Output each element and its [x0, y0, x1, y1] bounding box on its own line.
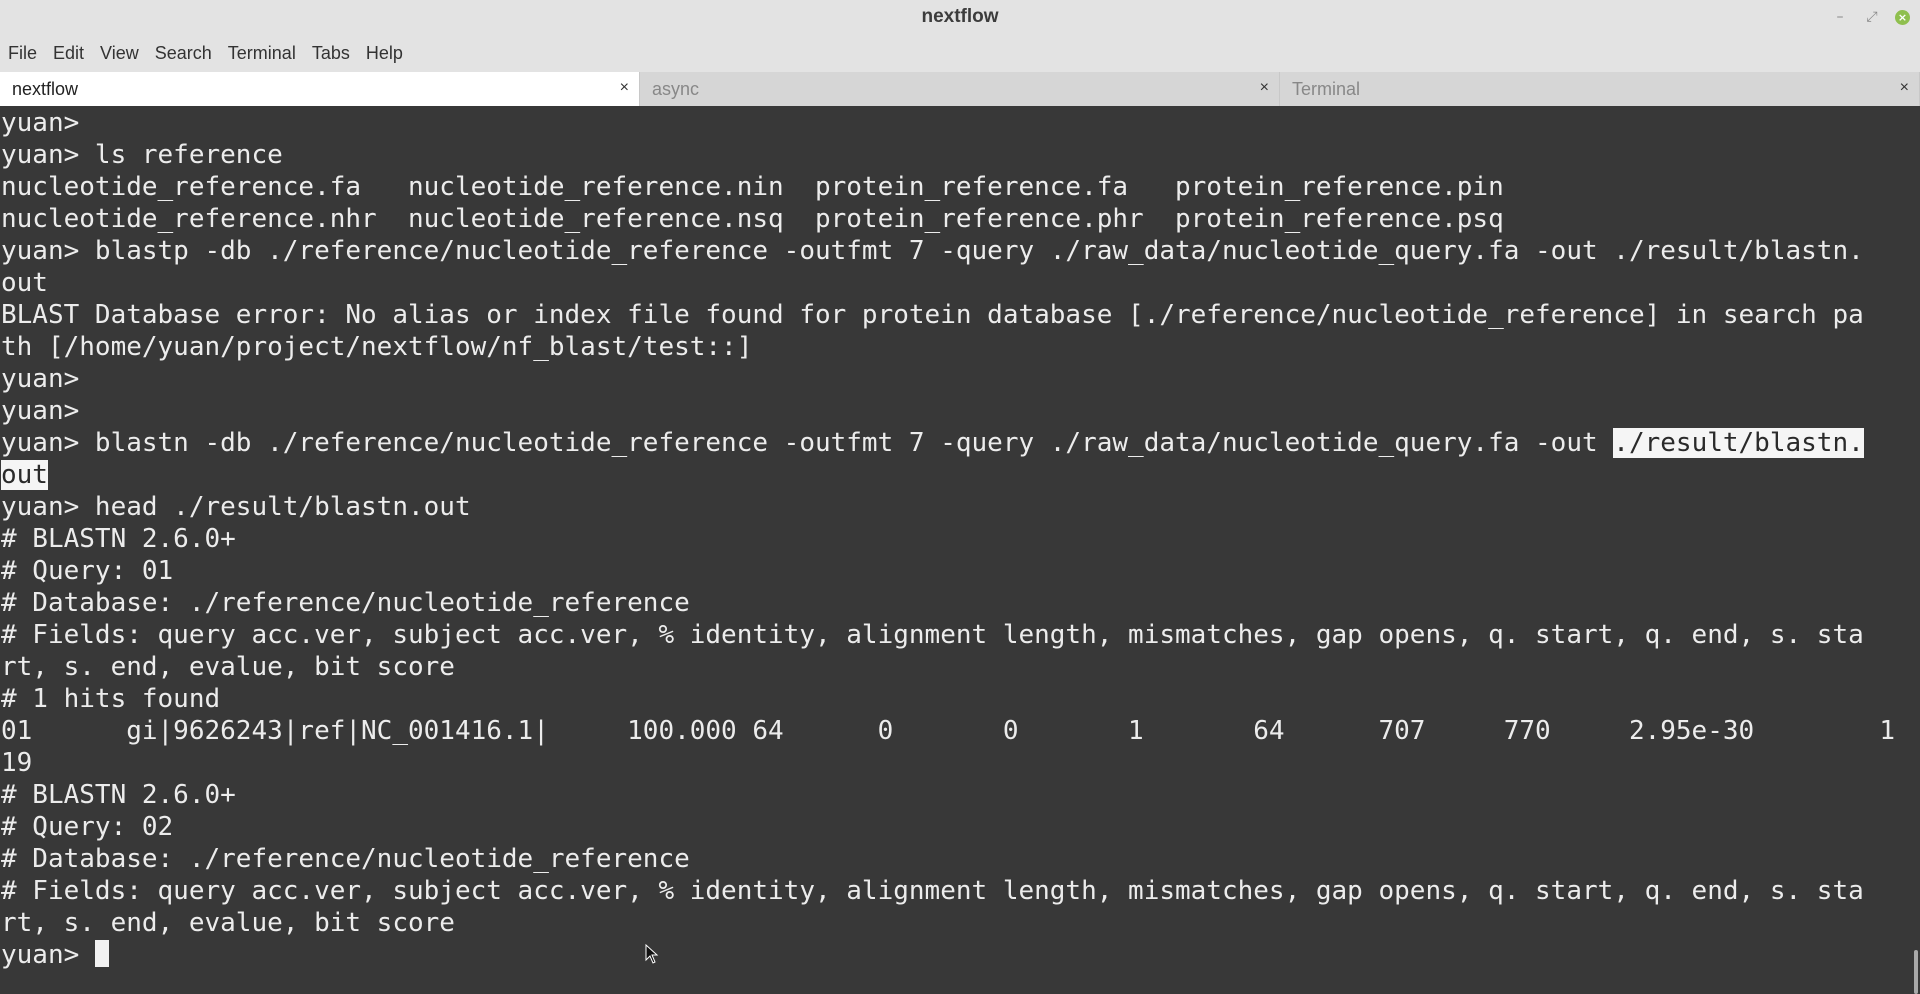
maximize-icon[interactable]: ⤢: [1863, 8, 1881, 26]
scrollbar[interactable]: [1913, 106, 1918, 994]
menu-search[interactable]: Search: [147, 43, 220, 64]
window-controls: – ⤢ ×: [1831, 8, 1910, 26]
close-tab-icon[interactable]: ×: [620, 79, 629, 97]
menu-help[interactable]: Help: [358, 43, 411, 64]
terminal-output[interactable]: yuan> yuan> ls reference nucleotide_refere…: [0, 106, 1920, 994]
terminal-line: nucleotide_reference.fa nucleotide_refer…: [1, 172, 1504, 202]
terminal-line: # Fields: query acc.ver, subject acc.ver…: [1, 876, 1864, 906]
window-titlebar: nextflow – ⤢ ×: [0, 0, 1920, 34]
text-cursor: [94, 940, 109, 967]
terminal-prompt-line[interactable]: yuan>: [1, 939, 1895, 971]
tab-terminal[interactable]: Terminal ×: [1280, 72, 1920, 106]
prompt-text: yuan>: [1, 940, 95, 970]
terminal-line: out: [1, 459, 1895, 491]
scrollbar-thumb[interactable]: [1914, 950, 1918, 994]
terminal-line: yuan> blastn -db ./reference/nucleotide_…: [1, 427, 1895, 459]
terminal-line: yuan> head ./result/blastn.out: [1, 492, 471, 522]
terminal-line-text: yuan> blastn -db ./reference/nucleotide_…: [1, 428, 1614, 458]
menu-edit[interactable]: Edit: [45, 43, 92, 64]
terminal-line: out: [1, 268, 48, 298]
window-title: nextflow: [921, 6, 999, 27]
terminal-line: # Database: ./reference/nucleotide_refer…: [1, 588, 690, 618]
menu-bar: File Edit View Search Terminal Tabs Help: [0, 34, 1920, 72]
selected-text: out: [1, 460, 48, 490]
selected-text: ./result/blastn.: [1613, 428, 1864, 458]
terminal-line: 19: [1, 748, 33, 778]
terminal-line: nucleotide_reference.nhr nucleotide_refe…: [1, 204, 1504, 234]
menu-file[interactable]: File: [0, 43, 45, 64]
terminal-line: # 1 hits found: [1, 684, 221, 714]
terminal-line: # BLASTN 2.6.0+: [1, 780, 236, 810]
menu-view[interactable]: View: [92, 43, 147, 64]
terminal-line: # Database: ./reference/nucleotide_refer…: [1, 844, 690, 874]
tab-label: nextflow: [12, 78, 79, 99]
terminal-line: yuan>: [1, 396, 80, 426]
close-window-icon[interactable]: ×: [1895, 9, 1910, 25]
terminal-line: 01 gi|9626243|ref|NC_001416.1| 100.000 6…: [1, 716, 1896, 746]
menu-tabs[interactable]: Tabs: [304, 43, 358, 64]
tab-label: async: [652, 78, 700, 99]
terminal-line: # Fields: query acc.ver, subject acc.ver…: [1, 620, 1864, 650]
terminal-line: yuan> blastp -db ./reference/nucleotide_…: [1, 236, 1864, 266]
minimize-icon[interactable]: –: [1831, 8, 1849, 26]
terminal-text: yuan> yuan> ls reference nucleotide_refere…: [1, 107, 1895, 971]
terminal-line: # Query: 01: [1, 556, 174, 586]
tab-async[interactable]: async ×: [640, 72, 1280, 106]
terminal-line: # BLASTN 2.6.0+: [1, 524, 236, 554]
terminal-line: yuan>: [1, 108, 80, 138]
mouse-pointer-icon: [645, 944, 659, 964]
tab-bar: nextflow × async × Terminal ×: [0, 72, 1920, 106]
close-tab-icon[interactable]: ×: [1900, 79, 1909, 97]
menu-terminal[interactable]: Terminal: [220, 43, 304, 64]
close-tab-icon[interactable]: ×: [1260, 79, 1269, 97]
terminal-line: yuan>: [1, 364, 80, 394]
terminal-line: th [/home/yuan/project/nextflow/nf_blast…: [1, 332, 753, 362]
terminal-line: BLAST Database error: No alias or index …: [1, 300, 1864, 330]
terminal-line: rt, s. end, evalue, bit score: [1, 908, 455, 938]
terminal-line: rt, s. end, evalue, bit score: [1, 652, 455, 682]
tab-nextflow[interactable]: nextflow ×: [0, 72, 640, 106]
terminal-line: yuan> ls reference: [1, 140, 283, 170]
tab-label: Terminal: [1292, 78, 1361, 99]
terminal-line: # Query: 02: [1, 812, 174, 842]
